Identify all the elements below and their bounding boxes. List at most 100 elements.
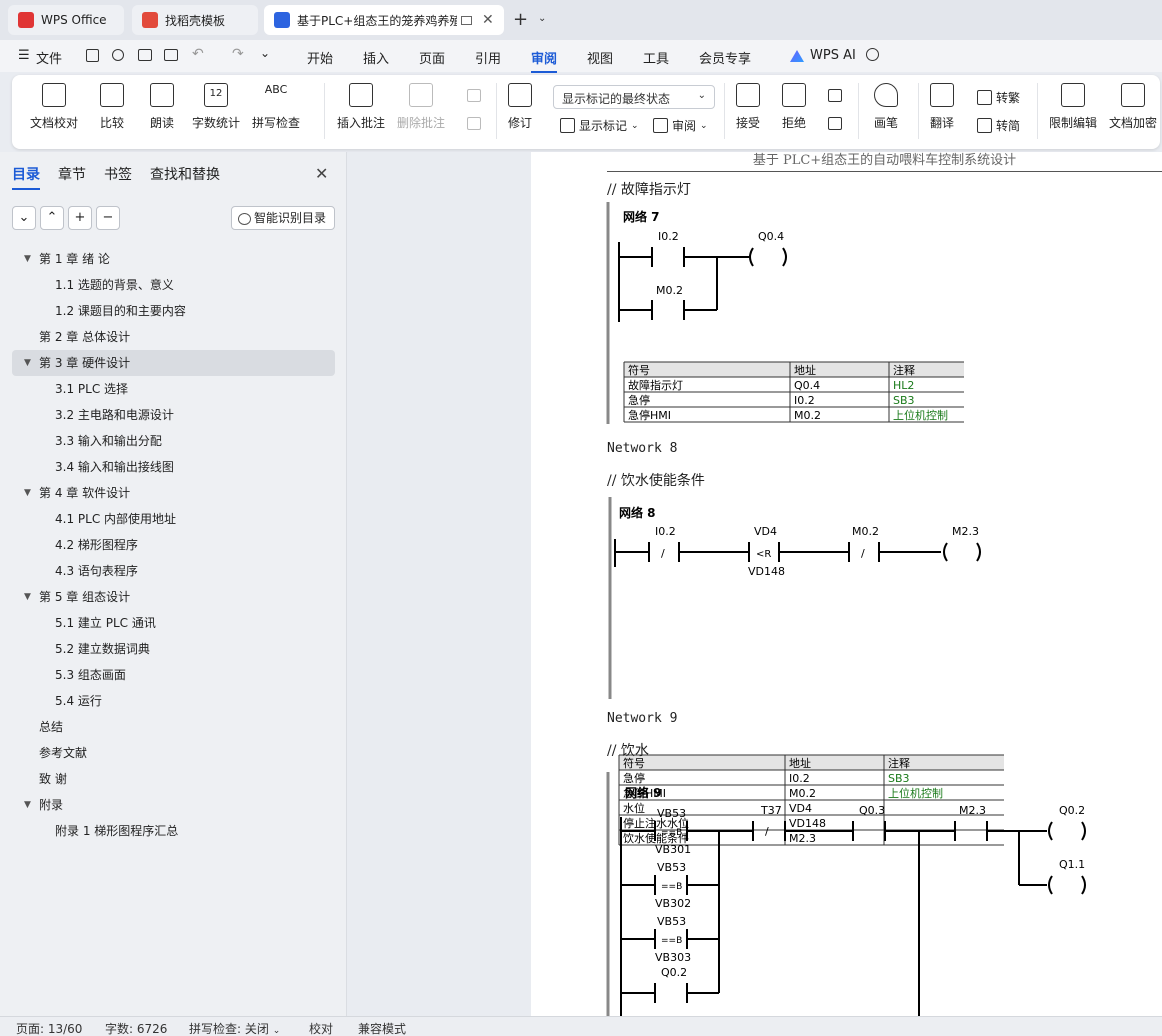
read-aloud-button[interactable]: 朗读: [150, 83, 174, 131]
toc-item[interactable]: 1.1 选题的背景、意义: [12, 272, 335, 298]
review-pane-button[interactable]: 审阅 ⌄: [653, 117, 708, 134]
compare-button[interactable]: 比较: [100, 83, 124, 131]
toc-item[interactable]: 3.4 输入和输出接线图: [12, 454, 335, 480]
undo-icon[interactable]: ↶: [192, 46, 204, 62]
save-icon[interactable]: [86, 49, 99, 62]
expand-triangle-icon[interactable]: ▼: [24, 350, 31, 376]
remove-heading-button[interactable]: −: [96, 206, 120, 230]
label-vb301: VB301: [655, 843, 691, 856]
accept-button[interactable]: 接受: [736, 83, 760, 131]
to-traditional-button[interactable]: 转繁: [977, 89, 1020, 106]
reject-button[interactable]: 拒绝: [782, 83, 806, 131]
toc-item[interactable]: 4.2 梯形图程序: [12, 532, 335, 558]
monitor-icon[interactable]: [461, 15, 472, 25]
expand-triangle-icon[interactable]: ▼: [24, 480, 31, 506]
toc-item[interactable]: 1.2 课题目的和主要内容: [12, 298, 335, 324]
toc-item[interactable]: 附录 1 梯形图程序汇总: [12, 818, 335, 844]
menu-home[interactable]: 开始: [307, 48, 333, 67]
toc-item[interactable]: 第 2 章 总体设计: [12, 324, 335, 350]
pen-button[interactable]: 画笔: [874, 83, 898, 131]
toc-item[interactable]: 3.2 主电路和电源设计: [12, 402, 335, 428]
hamburger-icon[interactable]: ☰: [18, 48, 30, 63]
toc-item[interactable]: 3.1 PLC 选择: [12, 376, 335, 402]
restrict-edit-button[interactable]: 限制编辑: [1049, 83, 1097, 131]
toc-item[interactable]: 总结: [12, 714, 335, 740]
next-comment-icon[interactable]: [467, 117, 481, 130]
toc-item[interactable]: 4.1 PLC 内部使用地址: [12, 506, 335, 532]
menu-wps-ai[interactable]: WPS AI: [810, 48, 856, 63]
search-icon[interactable]: [866, 48, 879, 61]
chevron-up-icon: ⌃: [46, 210, 58, 225]
translate-button[interactable]: 翻译: [930, 83, 954, 131]
toc-item[interactable]: 5.2 建立数据词典: [12, 636, 335, 662]
menu-tools[interactable]: 工具: [643, 48, 669, 67]
wps-ai-icon: [790, 50, 804, 62]
prev-change-icon[interactable]: [828, 89, 842, 102]
chevron-down-icon[interactable]: ⌄: [260, 46, 270, 60]
print-preview-icon[interactable]: [164, 49, 178, 61]
toc-item[interactable]: 5.4 运行: [12, 688, 335, 714]
tab-document[interactable]: 基于PLC+组态王的笼养鸡养殖 ✕: [264, 5, 504, 35]
toc-item[interactable]: ▼ 第 1 章 绪 论: [12, 246, 335, 272]
smart-toc-button[interactable]: 智能识别目录: [231, 206, 335, 230]
delete-comment-button[interactable]: 删除批注: [397, 83, 445, 131]
print-icon[interactable]: [138, 49, 152, 61]
page-counter[interactable]: 页面: 13/60: [16, 1020, 82, 1036]
insert-comment-button[interactable]: 插入批注: [337, 83, 385, 131]
status-bar: 页面: 13/60 字数: 6726 拼写检查: 关闭 ⌄ 校对 兼容模式: [0, 1016, 1162, 1036]
toc-item[interactable]: ▼ 第 3 章 硬件设计: [12, 350, 335, 376]
menu-vip[interactable]: 会员专享: [699, 48, 751, 67]
comment-network-9: // 饮水: [607, 743, 649, 759]
expand-button[interactable]: ⌃: [40, 206, 64, 230]
toc-item[interactable]: 致 谢: [12, 766, 335, 792]
collapse-button[interactable]: ⌄: [12, 206, 36, 230]
word-counter[interactable]: 字数: 6726: [105, 1020, 167, 1036]
menu-review[interactable]: 审阅: [531, 48, 558, 73]
toc-item[interactable]: 5.3 组态画面: [12, 662, 335, 688]
expand-triangle-icon[interactable]: ▼: [24, 246, 31, 272]
new-tab-icon[interactable]: +: [513, 9, 528, 30]
prev-comment-icon[interactable]: [467, 89, 481, 102]
toc-item[interactable]: ▼ 附录: [12, 792, 335, 818]
share-icon[interactable]: [112, 49, 124, 61]
to-simplified-button[interactable]: 转简: [977, 117, 1020, 134]
tab-chapters[interactable]: 章节: [58, 164, 86, 190]
tab-find-replace[interactable]: 查找和替换: [150, 164, 220, 190]
markup-state-select[interactable]: 显示标记的最终状态 ⌄: [553, 85, 715, 109]
menu-page[interactable]: 页面: [419, 48, 445, 67]
label-vb303: VB303: [655, 951, 691, 964]
add-heading-button[interactable]: +: [68, 206, 92, 230]
toc-item[interactable]: ▼ 第 5 章 组态设计: [12, 584, 335, 610]
spell-check-status[interactable]: 拼写检查: 关闭 ⌄: [189, 1020, 280, 1036]
toc-item[interactable]: ▼ 第 4 章 软件设计: [12, 480, 335, 506]
tab-toc[interactable]: 目录: [12, 164, 40, 190]
show-markup-button[interactable]: 显示标记 ⌄: [560, 117, 639, 134]
tab-wps-office[interactable]: WPS Office: [8, 5, 124, 35]
menu-reference[interactable]: 引用: [475, 48, 501, 67]
spell-check-button[interactable]: ABC 拼写检查: [252, 83, 300, 131]
table-cell: M0.2: [794, 409, 821, 422]
toc-item[interactable]: 3.3 输入和输出分配: [12, 428, 335, 454]
close-icon[interactable]: ✕: [315, 164, 328, 183]
menu-insert[interactable]: 插入: [363, 48, 389, 67]
redo-icon[interactable]: ↷: [232, 46, 244, 62]
proofread-button[interactable]: 文档校对: [30, 83, 78, 131]
menu-file[interactable]: 文件: [36, 48, 62, 67]
proof-status[interactable]: 校对: [309, 1020, 333, 1036]
chevron-down-icon[interactable]: ⌄: [538, 13, 546, 24]
word-count-button[interactable]: 12 字数统计: [192, 83, 240, 131]
expand-triangle-icon[interactable]: ▼: [24, 584, 31, 610]
close-icon[interactable]: ✕: [482, 12, 494, 28]
network-title: 网络 7: [623, 209, 660, 224]
menu-view[interactable]: 视图: [587, 48, 613, 67]
encrypt-button[interactable]: 文档加密: [1109, 83, 1157, 131]
tab-template[interactable]: 找稻壳模板: [132, 5, 258, 35]
toc-item[interactable]: 4.3 语句表程序: [12, 558, 335, 584]
expand-triangle-icon[interactable]: ▼: [24, 792, 31, 818]
track-changes-button[interactable]: 修订: [508, 83, 532, 131]
tab-bookmarks[interactable]: 书签: [104, 164, 132, 190]
next-change-icon[interactable]: [828, 117, 842, 130]
chevron-down-icon: ⌄: [700, 120, 708, 131]
toc-item[interactable]: 参考文献: [12, 740, 335, 766]
toc-item[interactable]: 5.1 建立 PLC 通讯: [12, 610, 335, 636]
